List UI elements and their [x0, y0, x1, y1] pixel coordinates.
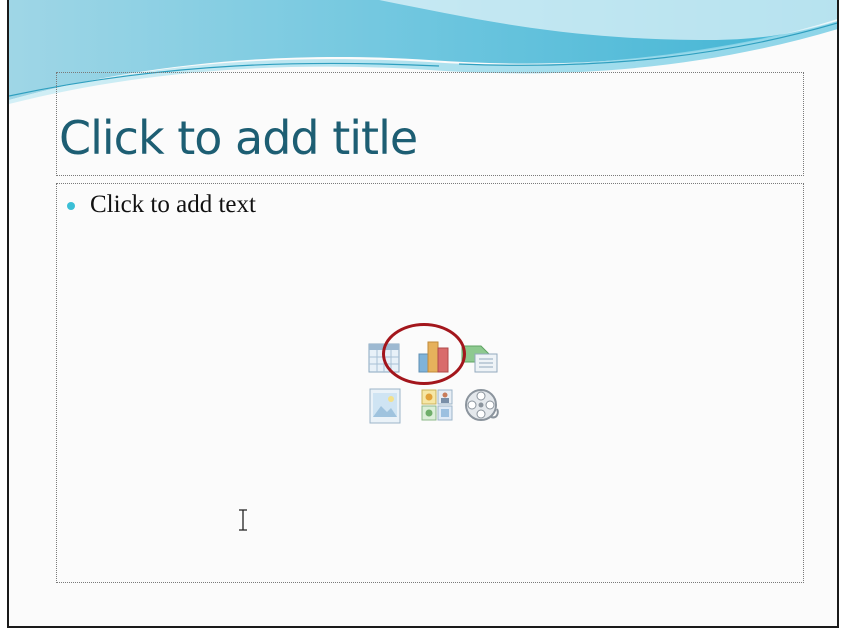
insert-picture-icon[interactable]	[369, 388, 401, 424]
text-cursor-icon	[239, 509, 247, 531]
insert-media-icon[interactable]	[461, 385, 501, 425]
insert-smartart-icon[interactable]	[461, 342, 499, 374]
slide-canvas: Click to add title Click to add text	[7, 0, 839, 628]
bullet-icon	[67, 202, 75, 210]
content-placeholder[interactable]: Click to add text	[56, 183, 804, 583]
insert-clipart-icon[interactable]	[421, 389, 453, 421]
insert-chart-icon[interactable]	[417, 338, 451, 374]
title-placeholder[interactable]: Click to add title	[56, 72, 804, 176]
content-placeholder-text: Click to add text	[90, 191, 256, 218]
insert-table-icon[interactable]	[368, 343, 400, 373]
title-placeholder-text: Click to add title	[59, 111, 418, 165]
